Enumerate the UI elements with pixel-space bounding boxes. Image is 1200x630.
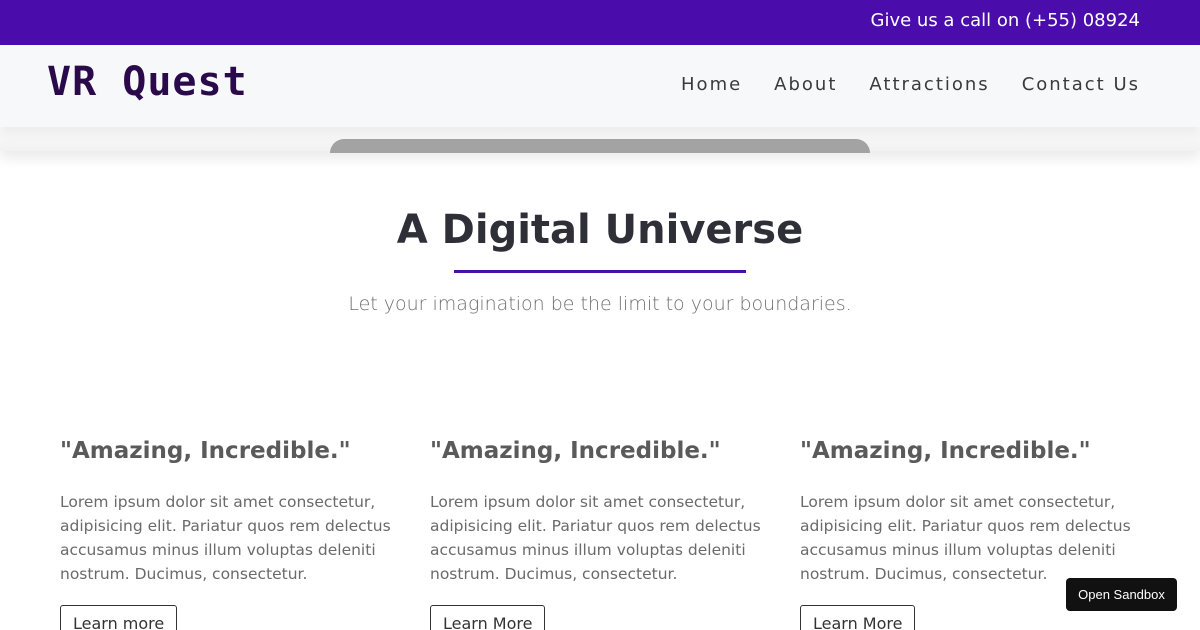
brand-logo[interactable]: VR Quest: [47, 59, 248, 105]
card-quote: "Amazing, Incredible.": [60, 438, 351, 464]
nav-about[interactable]: About: [774, 74, 837, 95]
feature-card: "Amazing, Incredible." Lorem ipsum dolor…: [60, 438, 405, 630]
hero-divider: [454, 270, 746, 273]
card-body: Lorem ipsum dolor sit amet consectetur, …: [60, 493, 391, 583]
nav-attractions[interactable]: Attractions: [869, 74, 989, 95]
hero-subtitle: Let your imagination be the limit to you…: [348, 293, 852, 315]
hero-title: A Digital Universe: [396, 207, 804, 253]
card-body: Lorem ipsum dolor sit amet consectetur, …: [800, 493, 1131, 583]
feature-card: "Amazing, Incredible." Lorem ipsum dolor…: [800, 438, 1145, 630]
carousel-edge: [0, 127, 1200, 153]
card-body: Lorem ipsum dolor sit amet consectetur, …: [430, 493, 761, 583]
main-nav: Home About Attractions Contact Us: [681, 74, 1140, 95]
carousel-indicator[interactable]: [330, 139, 870, 153]
learn-more-button[interactable]: Learn More: [800, 605, 916, 630]
open-sandbox-button[interactable]: Open Sandbox: [1066, 578, 1177, 611]
nav-contact-us[interactable]: Contact Us: [1022, 74, 1140, 95]
learn-more-button[interactable]: Learn More: [430, 605, 546, 630]
feature-card: "Amazing, Incredible." Lorem ipsum dolor…: [430, 438, 775, 630]
contact-phone-text: Give us a call on (+55) 08924: [870, 10, 1140, 31]
nav-home[interactable]: Home: [681, 74, 742, 95]
card-quote: "Amazing, Incredible.": [800, 438, 1091, 464]
learn-more-button[interactable]: Learn more: [60, 605, 178, 630]
card-quote: "Amazing, Incredible.": [430, 438, 721, 464]
navbar: VR Quest Home About Attractions Contact …: [0, 45, 1200, 127]
top-contact-bar: Give us a call on (+55) 08924: [0, 0, 1200, 45]
